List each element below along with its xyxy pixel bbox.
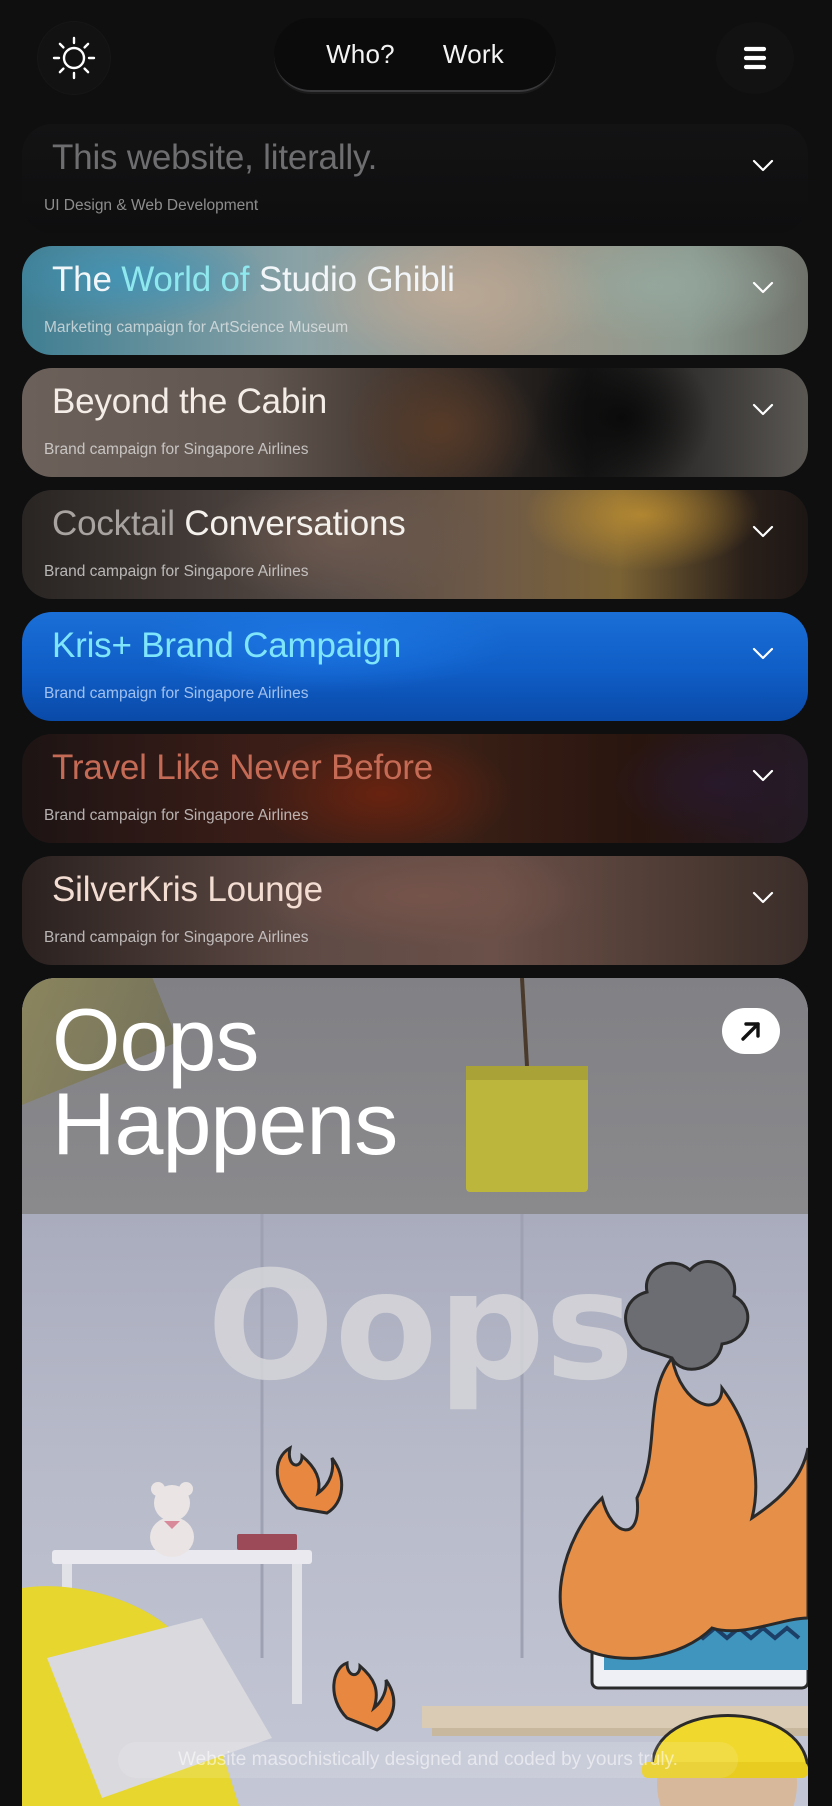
chevron-down-icon[interactable] [750, 762, 776, 788]
project-title: SilverKris Lounge [52, 870, 323, 909]
menu-button[interactable] [716, 22, 794, 94]
sun-icon [52, 36, 96, 80]
project-title: Beyond the Cabin [52, 382, 328, 421]
title-part: World of [121, 260, 259, 299]
project-subtitle: Brand campaign for Singapore Airlines [44, 929, 309, 946]
project-subtitle: Brand campaign for Singapore Airlines [44, 563, 309, 580]
title-part: Conversations [184, 504, 406, 543]
chevron-down-icon[interactable] [750, 640, 776, 666]
chevron-down-icon[interactable] [750, 518, 776, 544]
title-part: Cocktail [52, 504, 185, 543]
project-title: The World of Studio Ghibli [52, 260, 455, 300]
project-subtitle: Brand campaign for Singapore Airlines [44, 807, 309, 824]
project-subtitle: UI Design & Web Development [44, 197, 259, 214]
project-subtitle: Brand campaign for Singapore Airlines [44, 685, 309, 702]
project-card-studio-ghibli[interactable]: The World of Studio Ghibli Marketing cam… [22, 246, 808, 355]
site-header: Who? Work [0, 0, 832, 110]
nav-link-who[interactable]: Who? [326, 39, 395, 70]
featured-title-line1: Oops [52, 990, 259, 1089]
open-project-button[interactable] [722, 1008, 780, 1054]
project-title: This website, literally. [52, 138, 378, 177]
lamp-shade [466, 1066, 588, 1192]
project-card-kris-plus[interactable]: Kris+ Brand Campaign Brand campaign for … [22, 612, 808, 721]
project-card-cocktail-conversations[interactable]: Cocktail Conversations Brand campaign fo… [22, 490, 808, 599]
project-card-travel-like-never-before[interactable]: Travel Like Never Before Brand campaign … [22, 734, 808, 843]
project-card-silverkris-lounge[interactable]: SilverKris Lounge Brand campaign for Sin… [22, 856, 808, 965]
theme-toggle-button[interactable] [38, 22, 110, 94]
project-card-this-website[interactable]: This website, literally. UI Design & Web… [22, 124, 808, 233]
scene-sign-text: Oops [207, 1240, 634, 1414]
featured-title-line2: Happens [52, 1074, 398, 1173]
hamburger-menu-icon [743, 46, 767, 70]
project-title: Cocktail Conversations [52, 504, 406, 544]
project-subtitle: Brand campaign for Singapore Airlines [44, 441, 309, 458]
project-subtitle: Marketing campaign for ArtScience Museum [44, 319, 349, 336]
chevron-down-icon[interactable] [750, 152, 776, 178]
main-nav: Who? Work [274, 18, 556, 92]
project-title: Kris+ Brand Campaign [52, 626, 402, 665]
smoke [624, 1260, 750, 1371]
chevron-down-icon[interactable] [750, 884, 776, 910]
flame-small [275, 1445, 344, 1515]
footer-credit: Website masochistically designed and cod… [118, 1742, 738, 1778]
flame-bottom [332, 1660, 396, 1732]
title-part: Studio Ghibli [258, 260, 455, 299]
chevron-down-icon[interactable] [750, 396, 776, 422]
chevron-down-icon[interactable] [750, 274, 776, 300]
arrow-up-right-icon [741, 1022, 760, 1041]
project-title: Travel Like Never Before [52, 748, 434, 787]
featured-title: Oops Happens [52, 990, 398, 1173]
title-part: The [52, 260, 122, 299]
project-card-beyond-the-cabin[interactable]: Beyond the Cabin Brand campaign for Sing… [22, 368, 808, 477]
nav-link-work[interactable]: Work [443, 39, 504, 70]
teddy-bear [150, 1482, 194, 1557]
featured-project-oops-happens[interactable]: Oops Oops Happens Website masochisticall… [22, 978, 808, 1806]
